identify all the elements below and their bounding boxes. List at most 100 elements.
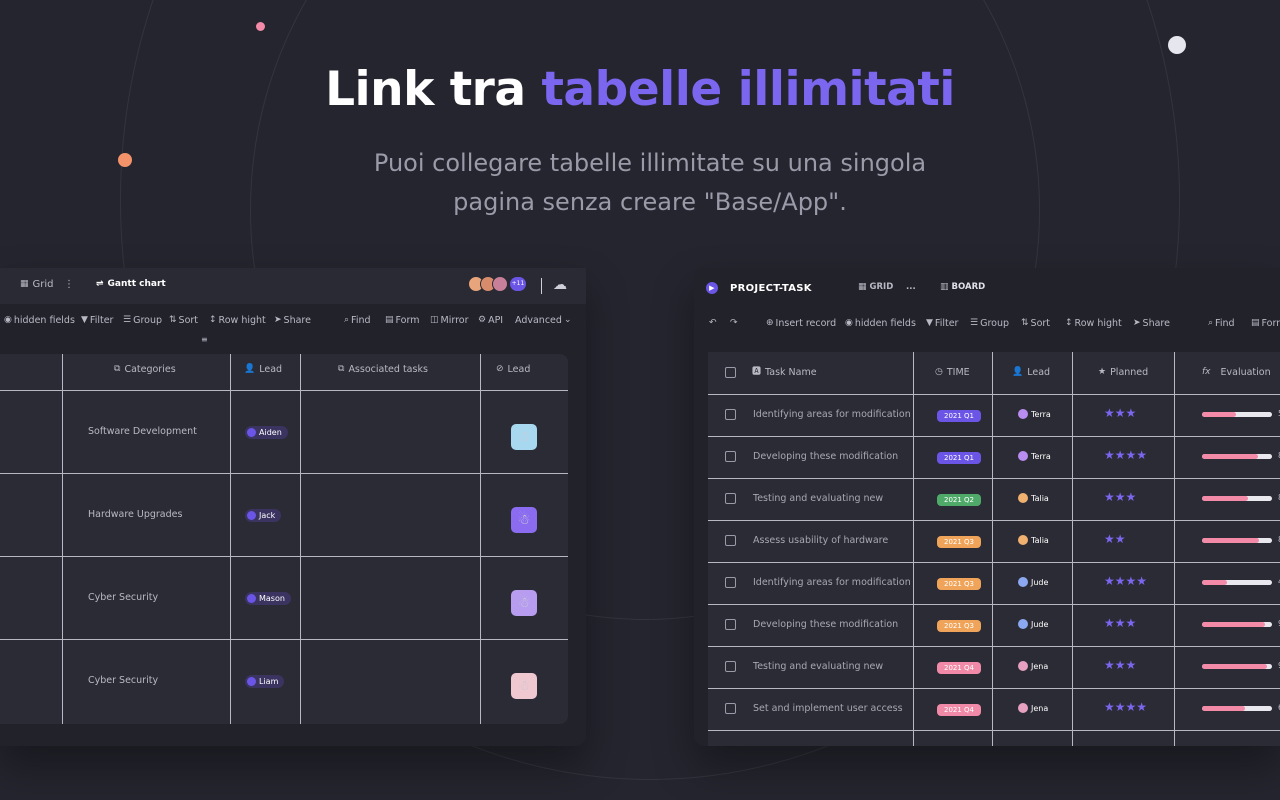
- column-header-task-name[interactable]: 🅰 Task Name: [752, 367, 817, 378]
- row-height-button[interactable]: ↕ Row hight: [209, 315, 266, 326]
- share-button[interactable]: ➤ Share: [1133, 318, 1170, 329]
- tab-board[interactable]: ▥ BOARD: [940, 282, 985, 292]
- category-cell[interactable]: Hardware Upgrades: [88, 509, 182, 520]
- rating-stars[interactable]: ★★★★: [1104, 574, 1147, 588]
- rating-stars[interactable]: ★★★: [1104, 406, 1136, 420]
- lead-tag[interactable]: Mason: [245, 592, 291, 605]
- rating-stars[interactable]: ★★★: [1104, 616, 1136, 630]
- row-checkbox[interactable]: [725, 619, 736, 630]
- tab-more-button[interactable]: ...: [906, 282, 916, 292]
- task-name-cell[interactable]: Set and implement user access: [753, 703, 903, 714]
- form-icon: ▤: [385, 314, 394, 325]
- column-header-lead[interactable]: 👤 Lead: [1012, 367, 1050, 378]
- lead-tag[interactable]: Jude: [1018, 619, 1048, 629]
- row-height-button[interactable]: ↕ Row hight: [1065, 318, 1122, 329]
- link-icon: ⧉: [114, 364, 121, 374]
- rating-stars[interactable]: ★★★★: [1104, 448, 1147, 462]
- row-checkbox[interactable]: [725, 493, 736, 504]
- insert-record-button[interactable]: ⊕ Insert record: [766, 318, 836, 329]
- lead-tag[interactable]: Liam: [245, 675, 285, 688]
- column-header-lead[interactable]: 👤 Lead: [244, 364, 282, 375]
- row-checkbox[interactable]: [725, 451, 736, 462]
- group-button[interactable]: ☰ Group: [970, 318, 1009, 329]
- hero-subtitle: Puoi collegare tabelle illimitate su una…: [340, 144, 960, 222]
- quarter-tag: 2021 Q2: [937, 494, 981, 506]
- row-checkbox[interactable]: [725, 661, 736, 672]
- eye-icon: ◉: [4, 314, 12, 325]
- select-all-checkbox[interactable]: [725, 367, 736, 378]
- find-button[interactable]: ⌕ Find: [1208, 318, 1235, 329]
- task-name-cell[interactable]: Testing and evaluating new: [753, 493, 883, 504]
- row-checkbox[interactable]: [725, 703, 736, 714]
- column-header-categories[interactable]: ⧉ Categories: [114, 364, 176, 375]
- evaluation-header-label: Evaluation: [1220, 367, 1271, 378]
- tab-grid-label: Grid: [32, 279, 54, 290]
- lead-tag[interactable]: Jude: [1018, 577, 1048, 587]
- filter-button[interactable]: ▼ Filter: [926, 318, 958, 329]
- lead-tag[interactable]: Terra: [1018, 409, 1051, 419]
- advanced-dropdown[interactable]: Advanced ⌄: [515, 315, 571, 326]
- cloud-sync-icon[interactable]: ☁: [553, 278, 567, 292]
- row-checkbox[interactable]: [725, 577, 736, 588]
- hero-title-main: Link tra: [325, 62, 526, 117]
- api-button[interactable]: ⚙ API: [478, 315, 503, 326]
- category-cell[interactable]: Cyber Security: [88, 675, 158, 686]
- avatars-more-badge: +11: [510, 277, 526, 291]
- category-cell[interactable]: Cyber Security: [88, 592, 158, 603]
- rating-stars[interactable]: ★★: [1104, 532, 1126, 546]
- form-button[interactable]: ▤Form: [385, 315, 419, 326]
- filter-button[interactable]: ▼ Filter: [81, 315, 113, 326]
- tab-more-button[interactable]: ⋮: [64, 279, 74, 290]
- row-divider: [708, 562, 1280, 563]
- sort-button[interactable]: ⇅ Sort: [169, 315, 198, 326]
- lead-tag[interactable]: Talia: [1018, 493, 1049, 503]
- rating-stars[interactable]: ★★★: [1104, 490, 1136, 504]
- user-icon: 👤: [1012, 367, 1024, 377]
- undo-icon[interactable]: ↶: [709, 318, 717, 328]
- play-icon[interactable]: ▶: [706, 282, 718, 294]
- lead-tag[interactable]: Talia: [1018, 535, 1049, 545]
- tab-gantt[interactable]: ⇌ Gantt chart: [96, 279, 166, 289]
- lead-tag[interactable]: Aiden: [245, 426, 288, 439]
- column-header-associated-tasks[interactable]: ⧉ Associated tasks: [338, 364, 428, 375]
- tab-grid[interactable]: ▦ GRID: [858, 282, 893, 292]
- hidden-fields-button[interactable]: ◉ hidden fields: [4, 315, 75, 326]
- api-label: API: [488, 314, 504, 326]
- group-label: Group: [980, 317, 1010, 329]
- project-task-panel: ▶ PROJECT-TASK ▦ GRID ... ▥ BOARD ↶ ↷ ⊕ Ins…: [694, 268, 1280, 746]
- column-header-planned[interactable]: ★ Planned: [1098, 367, 1148, 378]
- column-header-lead-lookup[interactable]: ⊘ Lead: [496, 364, 530, 375]
- lead-header-label: Lead: [259, 364, 283, 375]
- column-divider: [480, 354, 481, 724]
- category-cell[interactable]: Software Development: [88, 426, 197, 437]
- task-name-cell[interactable]: Identifying areas for modification: [753, 409, 911, 420]
- lead-tag-label: Terra: [1031, 451, 1051, 461]
- row-checkbox[interactable]: [725, 535, 736, 546]
- rating-stars[interactable]: ★★★: [1104, 658, 1136, 672]
- tab-grid[interactable]: ▦ Grid: [20, 279, 54, 290]
- lead-tag[interactable]: Terra: [1018, 451, 1051, 461]
- share-label: Share: [283, 314, 311, 326]
- task-name-cell[interactable]: Developing these modification: [753, 619, 898, 630]
- task-name-cell[interactable]: Identifying areas for modification: [753, 577, 911, 588]
- mirror-button[interactable]: ◫ Mirror: [430, 315, 469, 326]
- task-name-cell[interactable]: Testing and evaluating new: [753, 661, 883, 672]
- sort-button[interactable]: ⇅ Sort: [1021, 318, 1050, 329]
- column-header-time[interactable]: ◷ TIME: [935, 367, 970, 378]
- form-button[interactable]: ▤Form: [1251, 318, 1280, 329]
- group-button[interactable]: ☰ Group: [123, 315, 162, 326]
- lead-tag[interactable]: Jena: [1018, 661, 1048, 671]
- hidden-fields-button[interactable]: ◉ hidden fields: [845, 318, 916, 329]
- task-name-cell[interactable]: Developing these modification: [753, 451, 898, 462]
- task-name-cell[interactable]: Assess usability of hardware: [753, 535, 888, 546]
- lead-tag[interactable]: Jena: [1018, 703, 1048, 713]
- rating-stars[interactable]: ★★★★: [1104, 700, 1147, 714]
- row-checkbox[interactable]: [725, 409, 736, 420]
- share-button[interactable]: ➤ Share: [274, 315, 311, 326]
- find-button[interactable]: ⌕ Find: [344, 315, 371, 326]
- column-header-evaluation[interactable]: fx Evaluation: [1202, 367, 1271, 378]
- redo-icon[interactable]: ↷: [730, 318, 738, 328]
- lead-tag[interactable]: Jack: [245, 509, 282, 522]
- evaluation-progress-bar: [1202, 580, 1272, 585]
- collaborator-avatars[interactable]: +11: [468, 276, 526, 292]
